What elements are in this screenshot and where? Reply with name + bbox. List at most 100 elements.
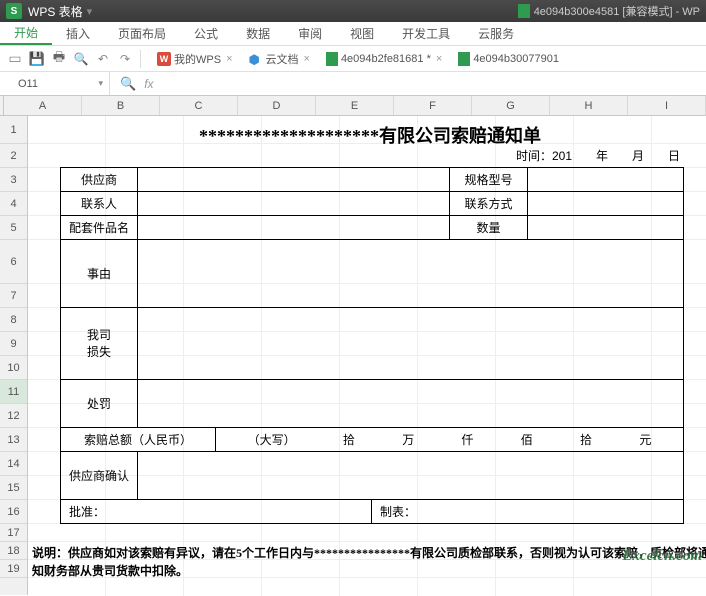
col-header-I[interactable]: I (628, 96, 706, 115)
label-approve: 批准： (60, 500, 372, 524)
row-header-8[interactable]: 8 (0, 308, 27, 332)
value-qty[interactable] (528, 216, 684, 240)
row-headers: 12345678910111213141516171819 (0, 116, 28, 595)
u-yuan: 元 (639, 431, 651, 448)
tab-cloud-doc[interactable]: ⬢ 云文档 × (243, 49, 316, 69)
fx-label[interactable]: fx (144, 77, 153, 91)
tab-label: 4e094b2fe81681 * (341, 53, 431, 65)
value-penalty[interactable] (138, 380, 684, 428)
document-title: ********************有限公司索赔通知单 (60, 116, 680, 144)
row-reason: 事由 (60, 240, 684, 308)
formula-bar: O11 🔍 fx (0, 72, 706, 96)
row-header-13[interactable]: 13 (0, 428, 27, 452)
col-header-E[interactable]: E (316, 96, 394, 115)
col-header-A[interactable]: A (4, 96, 82, 115)
tab-doc-1[interactable]: 4e094b2fe81681 * × (320, 50, 448, 68)
row-header-15[interactable]: 15 (0, 476, 27, 500)
dropdown-icon[interactable]: ▾ (87, 5, 93, 18)
menu-data[interactable]: 数据 (232, 22, 284, 45)
upper-label: （大写） (248, 431, 296, 448)
save-icon[interactable]: 💾 (27, 49, 47, 69)
label-loss: 我司 损失 (60, 308, 138, 380)
time-row: 时间：201 年 月 日 (60, 144, 684, 168)
row-header-19[interactable]: 19 (0, 560, 27, 578)
row-header-5[interactable]: 5 (0, 216, 27, 240)
tab-doc-2[interactable]: 4e094b30077901 (452, 50, 565, 68)
u-wan: 万 (402, 431, 414, 448)
print-icon[interactable]: 🖶 (49, 49, 69, 69)
row-header-6[interactable]: 6 (0, 240, 27, 284)
row-header-3[interactable]: 3 (0, 168, 27, 192)
new-icon[interactable]: ▭ (5, 49, 25, 69)
label-reason: 事由 (60, 240, 138, 308)
col-header-G[interactable]: G (472, 96, 550, 115)
col-header-C[interactable]: C (160, 96, 238, 115)
row-header-9[interactable]: 9 (0, 332, 27, 356)
menu-formula[interactable]: 公式 (180, 22, 232, 45)
value-spec[interactable] (528, 168, 684, 192)
label-penalty: 处罚 (60, 380, 138, 428)
col-header-D[interactable]: D (238, 96, 316, 115)
row-penalty: 处罚 (60, 380, 684, 428)
tab-label: 我的WPS (174, 51, 221, 67)
close-icon[interactable]: × (304, 53, 310, 65)
row-header-4[interactable]: 4 (0, 192, 27, 216)
row-header-11[interactable]: 11 (0, 380, 27, 404)
col-header-F[interactable]: F (394, 96, 472, 115)
value-confirm[interactable] (138, 452, 684, 500)
label-spec: 规格型号 (450, 168, 528, 192)
cube-icon: ⬢ (249, 52, 263, 66)
undo-icon[interactable]: ↶ (93, 49, 113, 69)
close-icon[interactable]: × (226, 53, 232, 65)
value-loss[interactable] (138, 308, 684, 380)
menu-cloud[interactable]: 云服务 (464, 22, 528, 45)
name-box[interactable]: O11 (0, 72, 110, 95)
label-qty: 数量 (450, 216, 528, 240)
wps-icon: W (157, 52, 171, 66)
menu-page-layout[interactable]: 页面布局 (104, 22, 180, 45)
spreadsheet-icon (458, 52, 470, 66)
close-icon[interactable]: × (436, 53, 442, 65)
row-header-2[interactable]: 2 (0, 144, 27, 168)
label-supplier: 供应商 (60, 168, 138, 192)
menu-insert[interactable]: 插入 (52, 22, 104, 45)
menu-view[interactable]: 视图 (336, 22, 388, 45)
row-header-7[interactable]: 7 (0, 284, 27, 308)
year-label: 年 (572, 147, 608, 164)
row-total: 索赔总额（人民币） （大写） 拾 万 仟 佰 拾 元 (60, 428, 684, 452)
menu-review[interactable]: 审阅 (284, 22, 336, 45)
redo-icon[interactable]: ↷ (115, 49, 135, 69)
value-contact[interactable] (138, 192, 450, 216)
value-contact-method[interactable] (528, 192, 684, 216)
label-part-name: 配套件品名 (60, 216, 138, 240)
note-text: 说明：供应商如对该索赔有异议，请在5个工作日内与****************… (32, 542, 706, 580)
app-name: WPS 表格 (28, 3, 83, 20)
row-header-1[interactable]: 1 (0, 116, 27, 144)
row-header-16[interactable]: 16 (0, 500, 27, 524)
search-icon[interactable]: 🔍 (120, 76, 136, 92)
row-header-18[interactable]: 18 (0, 542, 27, 560)
row-header-17[interactable]: 17 (0, 524, 27, 542)
menu-start[interactable]: 开始 (0, 22, 52, 45)
col-header-H[interactable]: H (550, 96, 628, 115)
label-maker: 制表： (372, 500, 684, 524)
tab-label: 云文档 (266, 51, 299, 67)
tab-my-wps[interactable]: W 我的WPS × (151, 49, 239, 69)
cells-area[interactable]: ********************有限公司索赔通知单 时间：201 年 月… (28, 116, 706, 595)
label-contact: 联系人 (60, 192, 138, 216)
row-header-14[interactable]: 14 (0, 452, 27, 476)
row-header-10[interactable]: 10 (0, 356, 27, 380)
value-supplier[interactable] (138, 168, 450, 192)
value-total-upper[interactable]: （大写） 拾 万 仟 佰 拾 元 (216, 428, 684, 452)
time-label: 时间：201 (516, 147, 572, 164)
row-header-12[interactable]: 12 (0, 404, 27, 428)
spreadsheet-icon (326, 52, 338, 66)
print-preview-icon[interactable]: 🔍 (71, 49, 91, 69)
value-reason[interactable] (138, 240, 684, 308)
row-confirm: 供应商确认 (60, 452, 684, 500)
col-header-B[interactable]: B (82, 96, 160, 115)
u-shi2: 拾 (580, 431, 592, 448)
menu-dev-tools[interactable]: 开发工具 (388, 22, 464, 45)
separator (140, 50, 141, 68)
value-part-name[interactable] (138, 216, 450, 240)
